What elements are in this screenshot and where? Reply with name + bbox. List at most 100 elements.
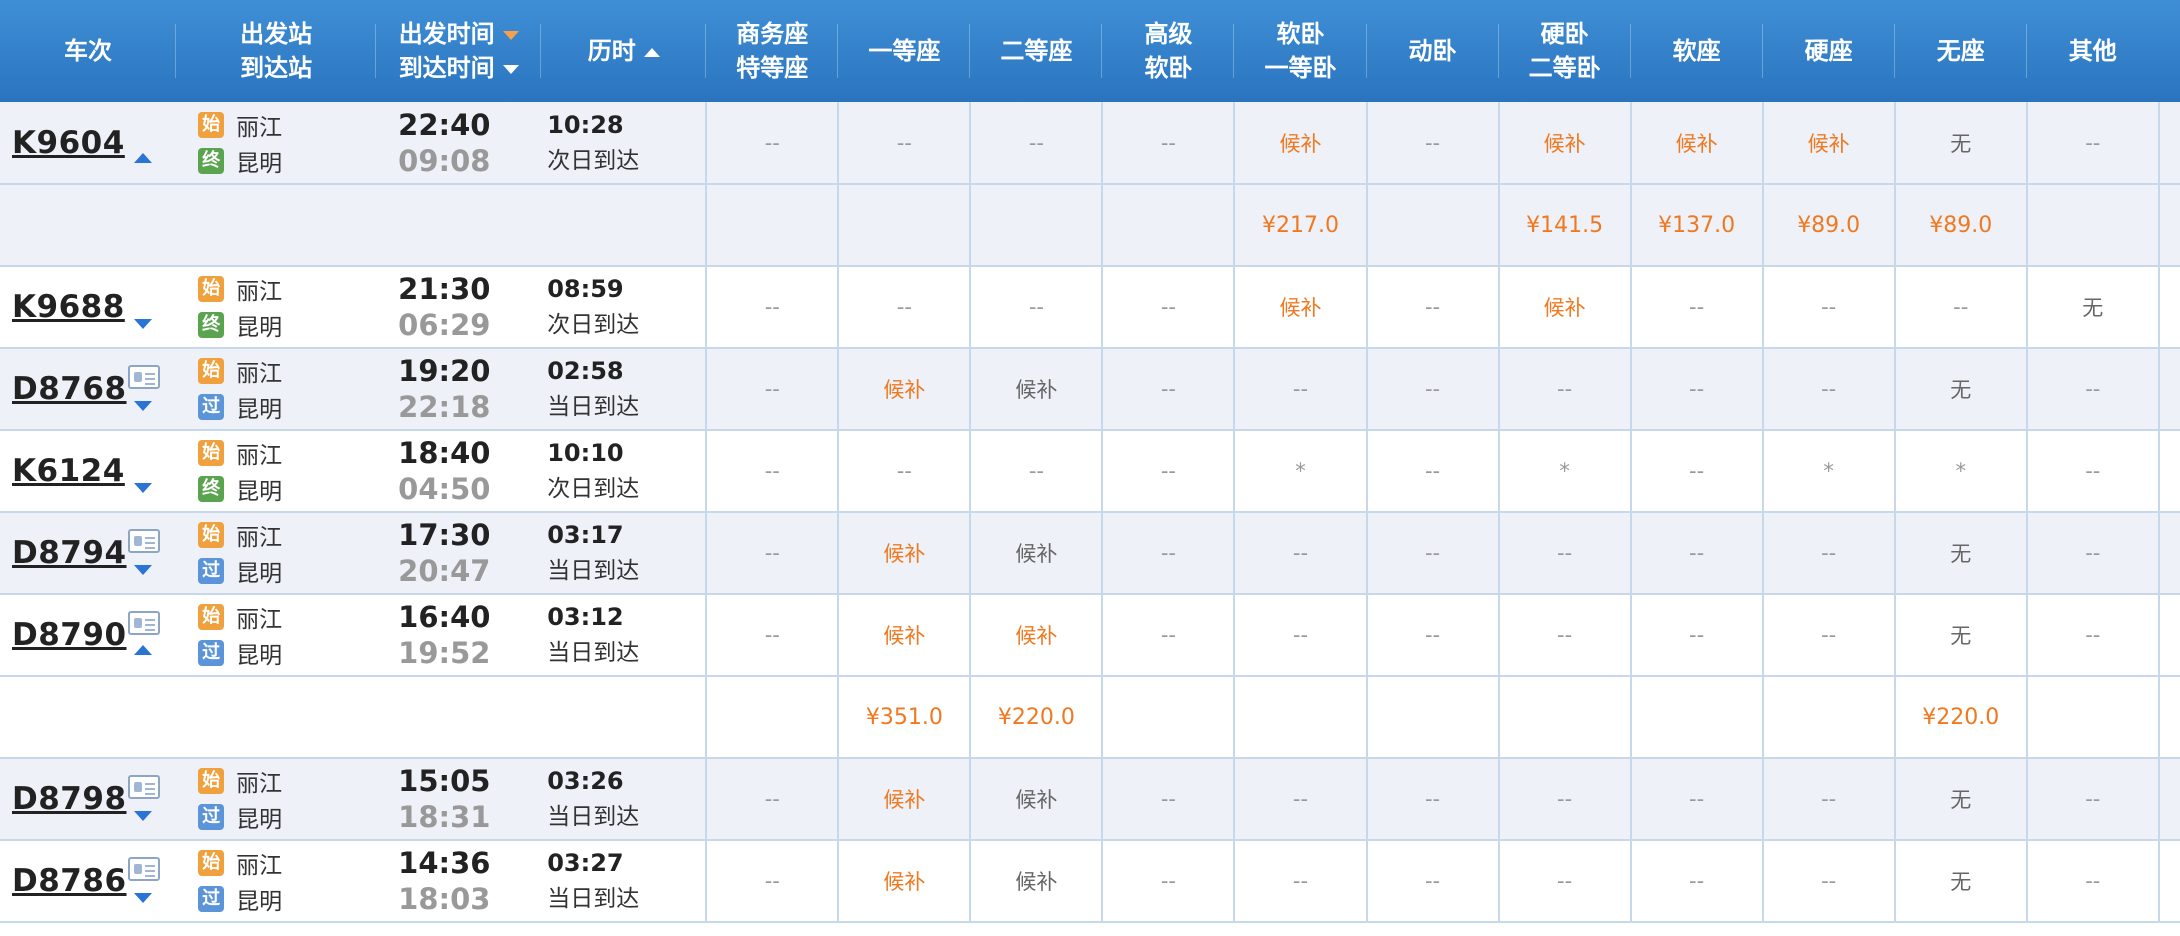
- time-cell: 18:40 04:50: [376, 430, 542, 513]
- sort-departure-time[interactable]: 出发时间: [376, 17, 541, 51]
- arrival-time: 06:29: [398, 308, 491, 342]
- to-station-name[interactable]: 昆明: [236, 882, 282, 916]
- waitlist-button[interactable]: 候补: [969, 512, 1103, 595]
- from-station-name[interactable]: 丽江: [236, 846, 282, 880]
- seat-header-sublabel: 二等卧: [1528, 54, 1601, 82]
- seat-header-label: 软座: [1672, 37, 1721, 65]
- time-cell: 16:40 19:52: [376, 594, 542, 677]
- seat-availability: --: [1101, 266, 1235, 349]
- to-station-name[interactable]: 昆明: [236, 636, 282, 670]
- train-number-link[interactable]: D8768: [12, 371, 127, 407]
- train-number-link[interactable]: D8786: [12, 863, 127, 899]
- to-station-name[interactable]: 昆明: [236, 800, 282, 834]
- collapse-stops-icon[interactable]: [134, 645, 152, 655]
- waitlist-button[interactable]: 候补: [1497, 102, 1631, 185]
- seat-availability: --: [2025, 840, 2159, 923]
- via-station-badge: 过: [198, 886, 225, 912]
- waitlist-button[interactable]: 候补: [969, 348, 1103, 431]
- from-station-name[interactable]: 丽江: [236, 354, 282, 388]
- train-row[interactable]: K9604 始丽江终昆明 22:40 09:08 10:28 次日到达 -- -- -- -- 候补…: [0, 102, 2180, 185]
- from-station-name[interactable]: 丽江: [236, 764, 282, 798]
- waitlist-button[interactable]: 候补: [1233, 102, 1367, 185]
- train-row[interactable]: D8794 始丽江过昆明 17:30 20:47 03:17 当日到达 -- 候补 候补 -- --…: [0, 512, 2180, 595]
- sort-arrival-time[interactable]: 到达时间: [376, 51, 541, 85]
- train-cell: D8798: [0, 758, 177, 841]
- train-results-table-container: 车次 出发站 到达站 出发时间 到达时间 历时 商务座 特等座 一等座 二等座 高…: [0, 0, 2180, 936]
- seat-header-label: 无座: [1936, 37, 1985, 65]
- to-station-name[interactable]: 昆明: [236, 390, 282, 424]
- waitlist-button[interactable]: 候补: [969, 758, 1103, 841]
- seat-availability: 无: [1893, 512, 2027, 595]
- seat-price: [1101, 676, 1235, 759]
- train-number-link[interactable]: K9688: [12, 289, 125, 325]
- start-station-badge: 始: [198, 522, 225, 548]
- seat-availability: --: [969, 102, 1103, 185]
- seat-availability: --: [1629, 512, 1763, 595]
- seat-availability: --: [1893, 266, 2027, 349]
- seat-availability: --: [1365, 594, 1499, 677]
- start-station-badge: 始: [198, 604, 225, 630]
- from-station-name[interactable]: 丽江: [236, 600, 282, 634]
- from-station-name[interactable]: 丽江: [236, 272, 282, 306]
- waitlist-button[interactable]: 候补: [1629, 102, 1763, 185]
- start-station-badge: 始: [198, 111, 225, 138]
- end-station-badge: 终: [198, 312, 225, 338]
- col-header-seat: 软座: [1630, 0, 1763, 102]
- departure-time: 19:20: [398, 354, 491, 388]
- train-number-link[interactable]: D8794: [12, 535, 127, 571]
- waitlist-button[interactable]: 候补: [837, 594, 971, 677]
- to-station-name[interactable]: 昆明: [236, 144, 282, 178]
- col-header-seat: 一等座: [838, 0, 971, 102]
- from-station-name[interactable]: 丽江: [236, 436, 282, 470]
- col-header-departure-time: 出发时间: [398, 20, 495, 48]
- to-station-name[interactable]: 昆明: [236, 308, 282, 342]
- waitlist-button[interactable]: 候补: [837, 840, 971, 923]
- train-number-link[interactable]: D8790: [12, 617, 127, 653]
- to-station: 过昆明: [176, 799, 376, 835]
- waitlist-button[interactable]: 候补: [969, 840, 1103, 923]
- train-info: K6124: [0, 431, 176, 511]
- train-info: D8786: [0, 841, 176, 921]
- seat-availability: --: [1365, 102, 1499, 185]
- to-station-name[interactable]: 昆明: [236, 554, 282, 588]
- waitlist-button[interactable]: 候补: [837, 758, 971, 841]
- waitlist-button[interactable]: 候补: [1497, 266, 1631, 349]
- seat-availability: --: [1365, 348, 1499, 431]
- from-station-name[interactable]: 丽江: [236, 108, 282, 142]
- train-number-link[interactable]: K9604: [12, 125, 125, 161]
- duration: 08:59: [547, 275, 624, 303]
- expand-stops-icon[interactable]: [134, 565, 152, 575]
- seat-availability: --: [2025, 758, 2159, 841]
- waitlist-button[interactable]: 候补: [1233, 266, 1367, 349]
- seat-availability: 无: [1893, 594, 2027, 677]
- train-row[interactable]: D8798 始丽江过昆明 15:05 18:31 03:26 当日到达 -- 候补 候补 -- --…: [0, 758, 2180, 841]
- via-station-badge: 过: [198, 640, 225, 666]
- waitlist-button[interactable]: 候补: [837, 348, 971, 431]
- col-header-seat: 动卧: [1366, 0, 1499, 102]
- train-row[interactable]: K6124 始丽江终昆明 18:40 04:50 10:10 次日到达 -- -- -- -- * -…: [0, 430, 2180, 513]
- from-station-name[interactable]: 丽江: [236, 518, 282, 552]
- expand-stops-icon[interactable]: [134, 401, 152, 411]
- waitlist-button[interactable]: 候补: [969, 594, 1103, 677]
- to-station-name[interactable]: 昆明: [236, 472, 282, 506]
- expand-stops-icon[interactable]: [134, 811, 152, 821]
- expand-stops-icon[interactable]: [134, 893, 152, 903]
- train-row[interactable]: K9688 始丽江终昆明 21:30 06:29 08:59 次日到达 -- -- -- -- 候补…: [0, 266, 2180, 349]
- seat-availability: --: [1365, 758, 1499, 841]
- seat-price: [1761, 676, 1895, 759]
- waitlist-button[interactable]: 候补: [837, 512, 971, 595]
- arrival-day: 次日到达: [547, 147, 640, 174]
- collapse-stops-icon[interactable]: [134, 152, 152, 163]
- seat-header-sublabel: 一等卧: [1264, 54, 1337, 82]
- expand-stops-icon[interactable]: [134, 483, 152, 493]
- train-number-link[interactable]: K6124: [12, 453, 125, 489]
- train-number-link[interactable]: D8798: [12, 781, 127, 817]
- train-row[interactable]: D8790 始丽江过昆明 16:40 19:52 03:12 当日到达 -- 候补 候补 -- --…: [0, 594, 2180, 677]
- seat-price: ¥141.5: [1497, 184, 1631, 267]
- col-header-seat: 高级 软卧: [1102, 0, 1235, 102]
- train-row[interactable]: D8786 始丽江过昆明 14:36 18:03 03:27 当日到达 -- 候补 候补 -- --…: [0, 840, 2180, 923]
- train-row[interactable]: D8768 始丽江过昆明 19:20 22:18 02:58 当日到达 -- 候补 候补 -- --…: [0, 348, 2180, 431]
- sort-duration[interactable]: 历时: [541, 0, 707, 102]
- waitlist-button[interactable]: 候补: [1761, 102, 1895, 185]
- expand-stops-icon[interactable]: [134, 319, 152, 329]
